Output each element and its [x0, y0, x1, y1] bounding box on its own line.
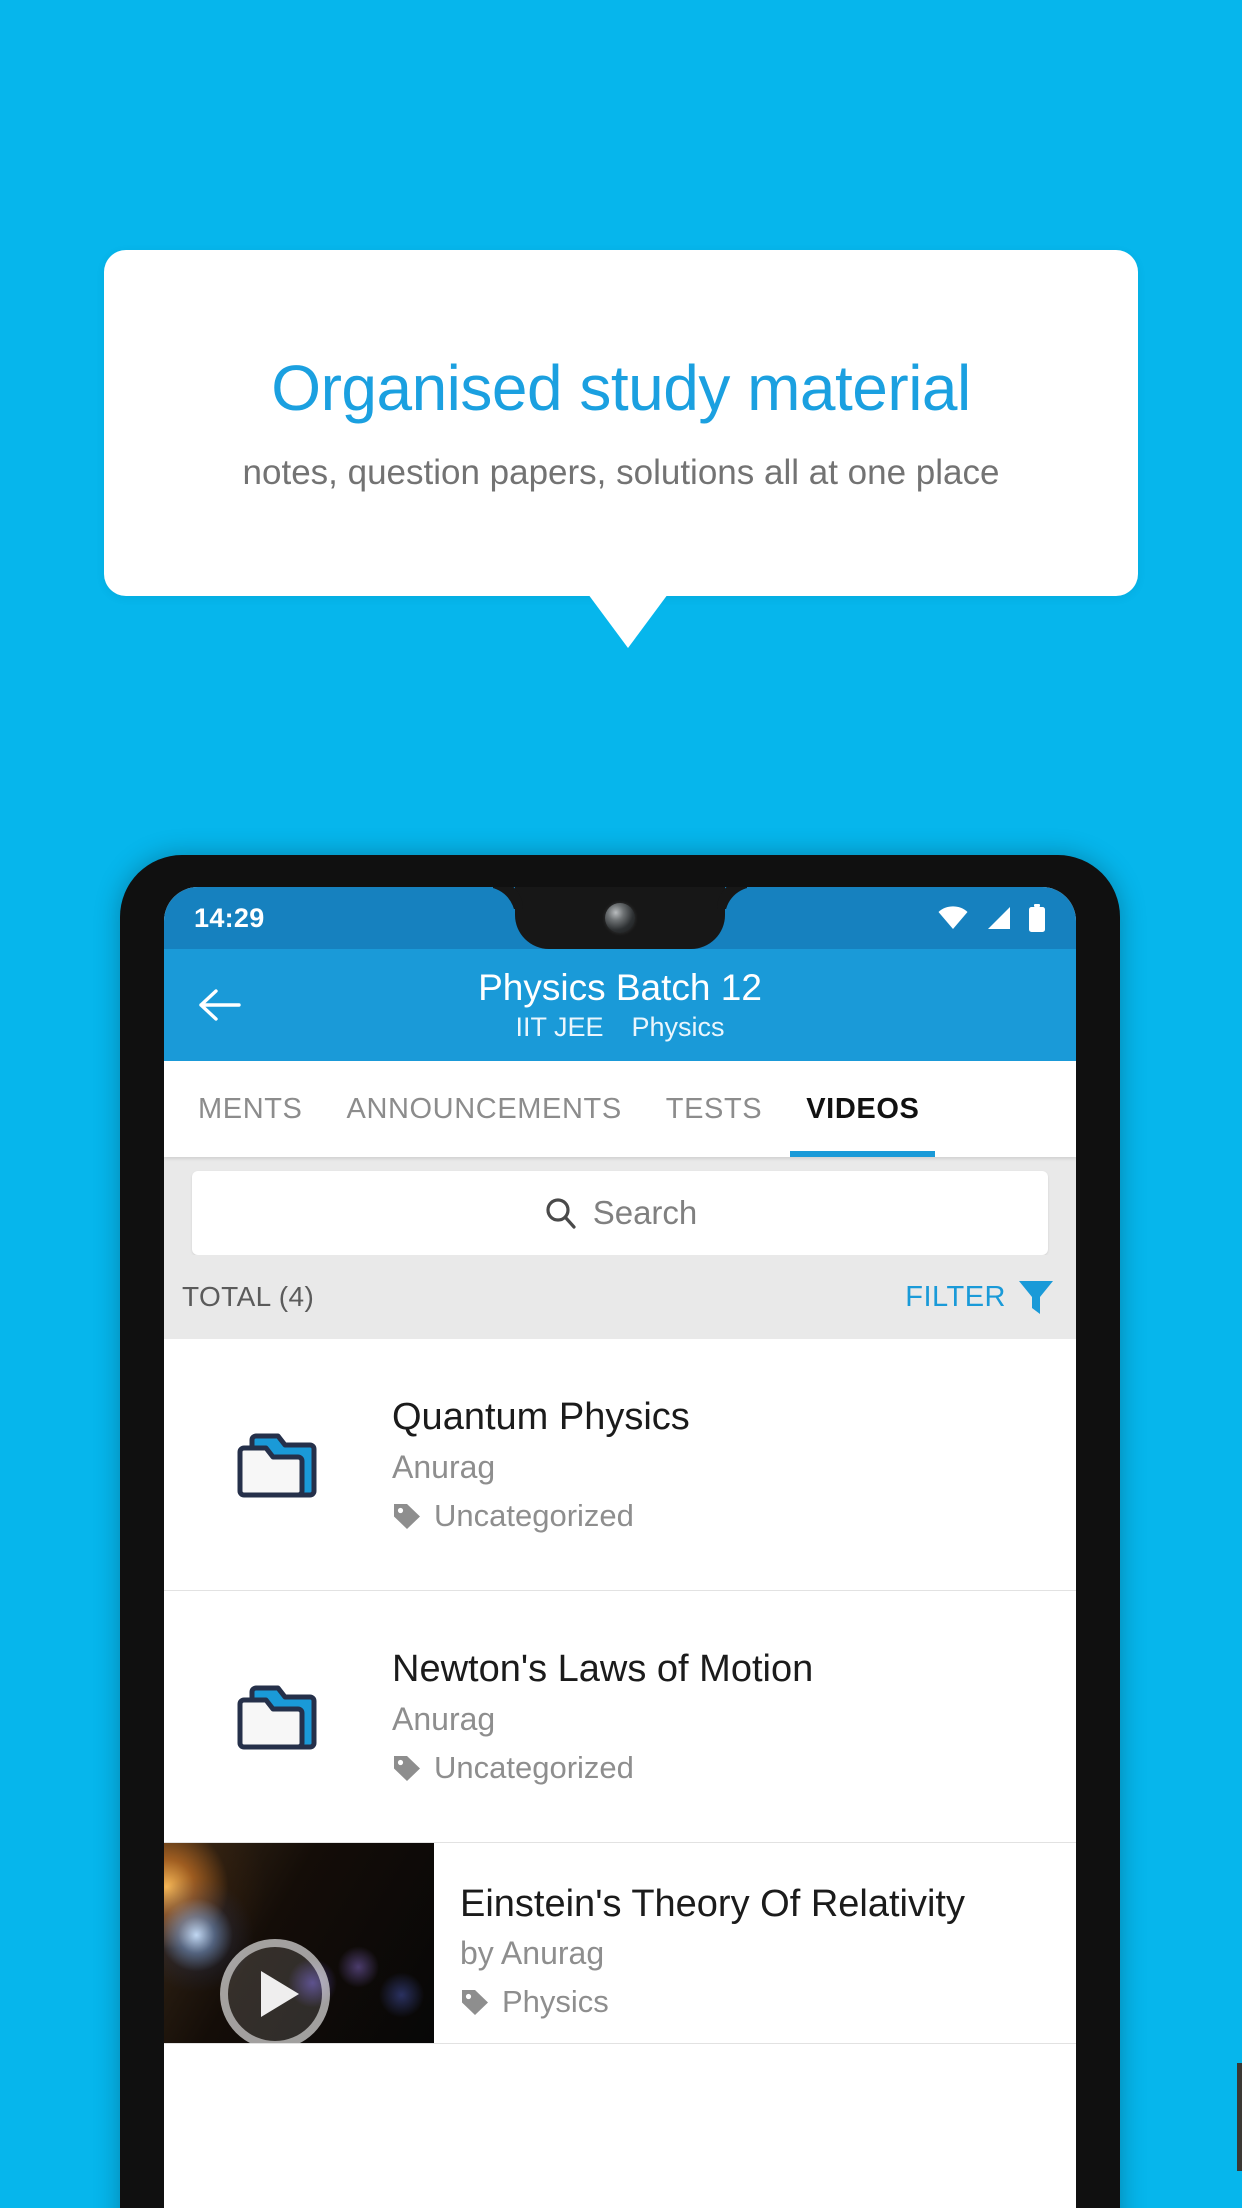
- promo-card: Organised study material notes, question…: [104, 250, 1138, 596]
- list-item-title: Newton's Laws of Motion: [392, 1648, 814, 1691]
- tab-announcements[interactable]: ANNOUNCEMENTS: [325, 1061, 644, 1157]
- search-zone: Search: [164, 1157, 1076, 1255]
- tab-bar[interactable]: MENTS ANNOUNCEMENTS TESTS VIDEOS: [164, 1061, 1076, 1157]
- list-item[interactable]: Newton's Laws of Motion Anurag Uncategor…: [164, 1591, 1076, 1843]
- list-item-tag-row: Physics: [460, 1984, 1064, 2020]
- phone-notch: [515, 887, 725, 949]
- filter-label: FILTER: [905, 1280, 1006, 1313]
- list-item-tag: Uncategorized: [434, 1749, 634, 1785]
- list-meta-row: TOTAL (4) FILTER: [164, 1255, 1076, 1339]
- back-button[interactable]: [188, 973, 252, 1037]
- funnel-icon: [1019, 1281, 1053, 1314]
- list-item-tag-row: Uncategorized: [392, 1498, 1052, 1534]
- phone-device: 14:29 Physics Batch 12 IIT JEE Physics M…: [120, 855, 1242, 2208]
- tab-videos[interactable]: VIDEOS: [784, 1061, 941, 1157]
- filter-button[interactable]: FILTER: [905, 1278, 1054, 1316]
- tag-icon: [462, 1990, 488, 2016]
- tag-icon: [394, 1755, 420, 1781]
- breadcrumb: IIT JEE Physics: [515, 1012, 724, 1043]
- list-item-author: Anurag: [392, 1448, 496, 1485]
- app-bar-titles: Physics Batch 12 IIT JEE Physics: [164, 967, 1076, 1043]
- wifi-icon: [938, 906, 968, 930]
- tab-assignments[interactable]: MENTS: [176, 1061, 325, 1157]
- search-icon: [546, 1198, 576, 1229]
- page-title: Physics Batch 12: [478, 967, 762, 1009]
- tag-icon: [394, 1503, 420, 1529]
- list-item-text: Quantum Physics Anurag Uncategorized: [392, 1395, 1052, 1534]
- cellular-signal-icon: [985, 906, 1011, 930]
- battery-icon: [1028, 904, 1046, 932]
- status-icons: [938, 904, 1046, 932]
- breadcrumb-subject: Physics: [631, 1011, 725, 1042]
- list-item-tag: Physics: [502, 1984, 609, 2020]
- list-item-author: Anurag: [392, 1700, 496, 1737]
- search-input[interactable]: Search: [192, 1171, 1048, 1255]
- play-icon[interactable]: [220, 1939, 330, 2043]
- list-item[interactable]: Quantum Physics Anurag Uncategorized: [164, 1339, 1076, 1591]
- promo-bubble-tail: [588, 594, 668, 648]
- phone-screen: 14:29 Physics Batch 12 IIT JEE Physics M…: [164, 887, 1076, 2208]
- phone-right-button-volume[interactable]: [1237, 2063, 1242, 2171]
- status-time: 14:29: [194, 902, 265, 933]
- promo-title: Organised study material: [271, 351, 971, 424]
- promo-subtitle: notes, question papers, solutions all at…: [242, 453, 1000, 493]
- video-thumbnail[interactable]: [164, 1843, 434, 2043]
- list-item-text: Newton's Laws of Motion Anurag Uncategor…: [392, 1647, 1052, 1786]
- list-item-author: by Anurag: [460, 1935, 605, 1972]
- list-item-tag-row: Uncategorized: [392, 1750, 1052, 1786]
- list-item-tag: Uncategorized: [434, 1497, 634, 1533]
- list-item-text: Einstein's Theory Of Relativity by Anura…: [434, 1866, 1076, 2021]
- arrow-left-icon: [199, 989, 241, 1021]
- folder-stack-icon: [164, 1678, 392, 1756]
- folder-stack-icon: [164, 1426, 392, 1504]
- list-item-title: Einstein's Theory Of Relativity: [460, 1882, 965, 1925]
- search-placeholder: Search: [592, 1194, 698, 1231]
- list-item[interactable]: Einstein's Theory Of Relativity by Anura…: [164, 1843, 1076, 2044]
- app-bar: Physics Batch 12 IIT JEE Physics: [164, 949, 1076, 1061]
- total-count-label: TOTAL (4): [182, 1281, 315, 1312]
- tab-tests[interactable]: TESTS: [644, 1061, 784, 1157]
- breadcrumb-exam: IIT JEE: [515, 1011, 604, 1042]
- video-list: Quantum Physics Anurag Uncategorized New…: [164, 1339, 1076, 2044]
- front-camera-icon: [605, 903, 635, 933]
- list-item-title: Quantum Physics: [392, 1396, 690, 1439]
